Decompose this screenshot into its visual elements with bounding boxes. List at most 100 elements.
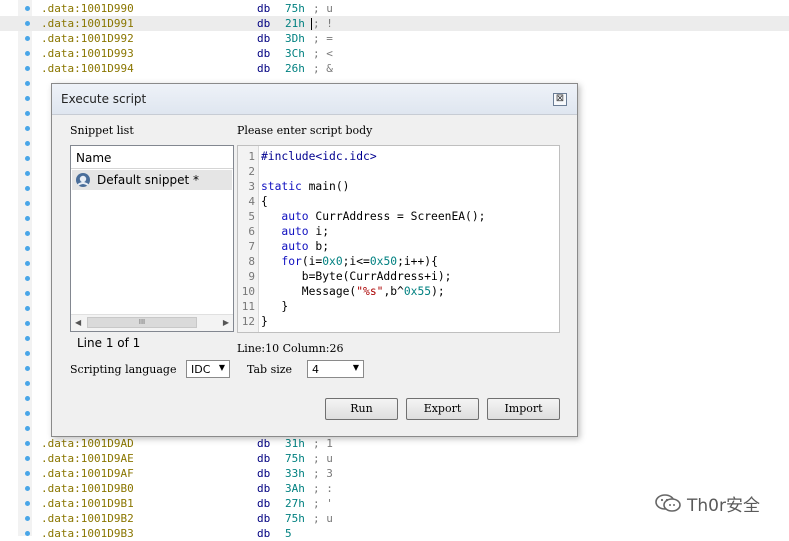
- disasm-operand: 75h: [285, 452, 305, 465]
- scroll-thumb[interactable]: III: [87, 317, 197, 328]
- line-number: 10: [241, 285, 255, 298]
- disasm-row[interactable]: .data:1001D9B3 db 5: [0, 526, 789, 541]
- disasm-opcode: db: [257, 32, 271, 45]
- line-marker-icon: [0, 451, 40, 466]
- code-line[interactable]: Message("%s",b^0x55);: [261, 284, 445, 299]
- disasm-opcode: db: [257, 17, 271, 30]
- scripting-language-select[interactable]: IDC ▼: [186, 360, 230, 378]
- snippet-count: Line 1 of 1: [77, 336, 141, 350]
- disasm-address: .data:1001D9AE: [41, 452, 134, 465]
- disasm-operand: 5: [285, 527, 292, 540]
- line-marker-icon: [0, 466, 40, 481]
- disasm-address: .data:1001D9B3: [41, 527, 134, 540]
- snippet-list-header[interactable]: Name: [71, 146, 233, 169]
- disasm-row[interactable]: .data:1001D9AD db 31h ; 1: [0, 436, 789, 451]
- import-button[interactable]: Import: [487, 398, 560, 420]
- run-button[interactable]: Run: [325, 398, 398, 420]
- disasm-row[interactable]: .data:1001D992 db 3Dh ; =: [0, 31, 789, 46]
- dialog-titlebar[interactable]: Execute script ⊠: [52, 84, 577, 115]
- export-button[interactable]: Export: [406, 398, 479, 420]
- code-line[interactable]: auto i;: [261, 224, 329, 239]
- line-number: 6: [248, 225, 255, 238]
- line-marker-icon: [0, 376, 40, 391]
- line-number: 2: [248, 165, 255, 178]
- disasm-row[interactable]: .data:1001D9AF db 33h ; 3: [0, 466, 789, 481]
- code-line[interactable]: auto CurrAddress = ScreenEA();: [261, 209, 485, 224]
- line-number: 7: [248, 240, 255, 253]
- cursor-status: Line:10 Column:26: [237, 342, 344, 355]
- disasm-comment: ; 3: [313, 467, 333, 480]
- disasm-operand: 31h: [285, 437, 305, 450]
- disasm-row[interactable]: .data:1001D993 db 3Ch ; <: [0, 46, 789, 61]
- line-marker-icon: [0, 391, 40, 406]
- snippet-item[interactable]: Default snippet *: [72, 170, 232, 190]
- disasm-opcode: db: [257, 437, 271, 450]
- disasm-operand: 33h: [285, 467, 305, 480]
- line-marker-icon: [0, 286, 40, 301]
- line-marker-icon: [0, 256, 40, 271]
- line-marker-icon: [0, 406, 40, 421]
- disasm-comment: ; =: [313, 32, 333, 45]
- line-marker-icon: [0, 241, 40, 256]
- close-button[interactable]: ⊠: [553, 93, 567, 106]
- line-marker-icon: [0, 226, 40, 241]
- code-line[interactable]: auto b;: [261, 239, 329, 254]
- dialog-title: Execute script: [61, 92, 147, 106]
- tab-size-select[interactable]: 4 ▼: [307, 360, 364, 378]
- disasm-opcode: db: [257, 467, 271, 480]
- disasm-opcode: db: [257, 497, 271, 510]
- line-number-gutter: 1 2 3 4 5 6 7 8 9 10 11 12: [238, 146, 259, 332]
- disasm-comment: ; u: [313, 452, 333, 465]
- disasm-comment: ; u: [313, 2, 333, 15]
- line-marker-icon: [0, 361, 40, 376]
- disasm-opcode: db: [257, 527, 271, 540]
- disasm-row[interactable]: .data:1001D991 db 21h ; !: [0, 16, 789, 31]
- disasm-comment: ; 1: [313, 437, 333, 450]
- disasm-operand: 3Ah: [285, 482, 305, 495]
- snippet-hscrollbar[interactable]: ◀ III ▶: [71, 314, 233, 331]
- scroll-left-icon[interactable]: ◀: [75, 318, 81, 327]
- script-editor[interactable]: 1 2 3 4 5 6 7 8 9 10 11 12 #include<idc.idc> static …: [237, 145, 560, 333]
- line-marker-icon: [0, 1, 40, 16]
- line-marker-icon: [0, 346, 40, 361]
- disasm-comment: ; !: [313, 17, 333, 30]
- line-marker-icon: [0, 436, 40, 451]
- execute-script-dialog: Execute script ⊠ Snippet list Please ent…: [51, 83, 578, 437]
- disasm-address: .data:1001D991: [41, 17, 134, 30]
- line-marker-icon: [0, 166, 40, 181]
- disasm-address: .data:1001D9B0: [41, 482, 134, 495]
- code-line[interactable]: static main(): [261, 179, 349, 194]
- code-line[interactable]: }: [261, 314, 268, 329]
- line-marker-icon: [0, 331, 40, 346]
- wechat-icon: [655, 494, 681, 512]
- line-marker-icon: [0, 151, 40, 166]
- disasm-opcode: db: [257, 47, 271, 60]
- disasm-address: .data:1001D990: [41, 2, 134, 15]
- disasm-address: .data:1001D9B1: [41, 497, 134, 510]
- code-line[interactable]: #include<idc.idc>: [261, 149, 377, 164]
- line-marker-icon: [0, 121, 40, 136]
- disasm-opcode: db: [257, 452, 271, 465]
- line-marker-icon: [0, 481, 40, 496]
- code-line[interactable]: b=Byte(CurrAddress+i);: [261, 269, 452, 284]
- code-line[interactable]: }: [261, 299, 288, 314]
- disasm-operand: 75h: [285, 2, 305, 15]
- snippet-list[interactable]: Name Default snippet * ◀ III ▶: [70, 145, 234, 332]
- disasm-operand: 27h: [285, 497, 305, 510]
- scroll-right-icon[interactable]: ▶: [223, 318, 229, 327]
- line-number: 9: [248, 270, 255, 283]
- disasm-comment: ; :: [313, 482, 333, 495]
- code-line[interactable]: {: [261, 194, 268, 209]
- disasm-row[interactable]: .data:1001D9AE db 75h ; u: [0, 451, 789, 466]
- line-marker-icon: [0, 91, 40, 106]
- line-number: 11: [241, 300, 255, 313]
- line-marker-icon: [0, 76, 40, 91]
- watermark: Th0r安全: [654, 490, 784, 516]
- disasm-row[interactable]: .data:1001D994 db 26h ; &: [0, 61, 789, 76]
- disasm-comment: ; &: [313, 62, 333, 75]
- line-number: 12: [241, 315, 255, 328]
- disasm-row[interactable]: .data:1001D990 db 75h ; u: [0, 1, 789, 16]
- code-line[interactable]: for(i=0x0;i<=0x50;i++){: [261, 254, 437, 269]
- disasm-address: .data:1001D993: [41, 47, 134, 60]
- line-marker-icon: [0, 181, 40, 196]
